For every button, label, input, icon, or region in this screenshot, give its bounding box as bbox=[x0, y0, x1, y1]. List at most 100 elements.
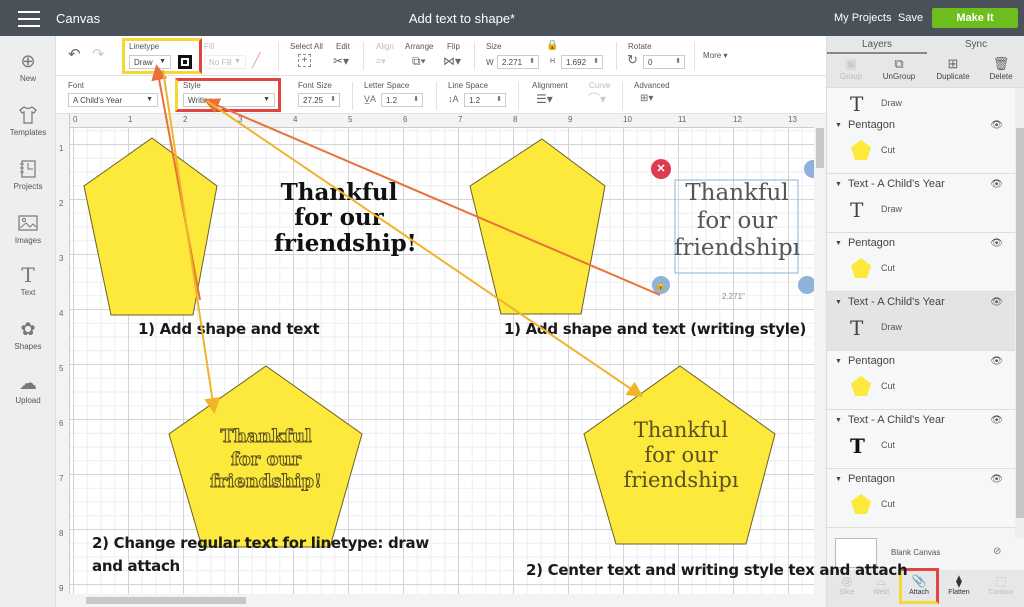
eye-icon[interactable]: 👁 bbox=[990, 415, 1003, 426]
ruler-tick-label: 4 bbox=[59, 309, 64, 318]
rotate-label: Rotate bbox=[628, 42, 652, 51]
tab-sync[interactable]: Sync bbox=[927, 39, 1024, 50]
rotate-input[interactable]: 0 ⬍ bbox=[643, 55, 685, 69]
eye-icon[interactable]: 👁 bbox=[990, 474, 1003, 485]
horizontal-scrollbar[interactable] bbox=[56, 594, 814, 607]
select-all-icon[interactable]: + bbox=[298, 54, 311, 67]
ruler-top: 0 1 2 3 4 5 6 7 8 9 10 11 12 13 bbox=[56, 114, 814, 128]
ruler-tick-label: 13 bbox=[788, 115, 797, 124]
layer-operation: Draw bbox=[881, 98, 903, 108]
flip-icon[interactable]: ⋈▾ bbox=[443, 54, 461, 68]
text-regular[interactable]: Thankful for our friendship! bbox=[274, 180, 417, 256]
letter-space-input[interactable]: 1.2 ⬍ bbox=[381, 93, 423, 107]
collapse-triangle-icon[interactable]: ▼ bbox=[835, 240, 842, 247]
text-writing-selected[interactable]: Thankful for our friendshipı bbox=[672, 180, 802, 263]
resize-handle-icon[interactable] bbox=[798, 276, 814, 294]
top-bar: Canvas Add text to shape* My Projects Sa… bbox=[0, 0, 1024, 36]
canvas-vertical-scrollbar[interactable] bbox=[814, 114, 826, 607]
layer-name: Text - A Child's Year bbox=[847, 296, 945, 308]
fill-select[interactable]: No Fill ▼ bbox=[204, 55, 246, 69]
lock-ratio-icon[interactable]: 🔒 bbox=[546, 39, 558, 53]
ungroup-button[interactable]: ⧉ UnGroup bbox=[875, 56, 923, 81]
ruler-left: 1 2 3 4 5 6 7 8 9 bbox=[56, 114, 70, 594]
nav-text[interactable]: T Text bbox=[0, 264, 56, 297]
eye-icon[interactable]: 👁 bbox=[990, 297, 1003, 308]
design-canvas[interactable]: Thankful for our friendship! Thankful for o… bbox=[56, 114, 814, 594]
size-readout: 2.271" bbox=[722, 292, 745, 301]
advanced-icon[interactable]: ⊞▾ bbox=[640, 92, 653, 106]
left-nav: ⊕ New Templates Projects Images T Text ✿ Sh… bbox=[0, 36, 56, 607]
curve-icon[interactable]: ⌒▾ bbox=[588, 92, 606, 106]
nav-new[interactable]: ⊕ New bbox=[0, 50, 56, 83]
pentagon-shape-1 bbox=[83, 137, 218, 316]
layer-operation: Cut bbox=[881, 381, 896, 391]
text-draw-icon: T bbox=[850, 92, 864, 116]
align-center-icon[interactable]: ☰▾ bbox=[536, 92, 553, 106]
lock-handle-icon[interactable]: 🔒 bbox=[652, 276, 670, 294]
edit-scissors-icon[interactable]: ✂▾ bbox=[333, 54, 349, 68]
eye-hidden-icon[interactable]: ⊘ bbox=[993, 546, 1001, 557]
delete-handle-icon[interactable]: ✕ bbox=[651, 159, 671, 179]
collapse-triangle-icon[interactable]: ▼ bbox=[835, 358, 842, 365]
ruler-tick-label: 1 bbox=[59, 144, 64, 153]
annotation-step1-right: 1) Add shape and text (writing style) bbox=[504, 320, 807, 338]
delete-button[interactable]: 🗑 Delete bbox=[977, 56, 1024, 81]
collapse-triangle-icon[interactable]: ▼ bbox=[835, 299, 842, 306]
undo-icon[interactable]: ↶ bbox=[68, 47, 81, 62]
collapse-triangle-icon[interactable]: ▼ bbox=[835, 476, 842, 483]
redo-icon[interactable]: ↷ bbox=[92, 47, 105, 62]
layers-scrollbar[interactable] bbox=[1015, 88, 1024, 538]
layer-item[interactable]: ▼ Pentagon 👁 Cut bbox=[827, 351, 1015, 410]
eye-icon[interactable]: 👁 bbox=[990, 120, 1003, 131]
text-writing-attached[interactable]: Thankful for our friendshipı bbox=[611, 418, 751, 494]
font-size-input[interactable]: 27.25 ⬍ bbox=[298, 93, 340, 107]
nav-templates[interactable]: Templates bbox=[0, 104, 56, 137]
flatten-button[interactable]: ⧫ Flatten bbox=[941, 574, 977, 596]
make-it-button[interactable]: Make It bbox=[932, 8, 1018, 28]
eye-icon[interactable]: 👁 bbox=[990, 179, 1003, 190]
ruler-tick-label: 12 bbox=[733, 115, 742, 124]
layers-scroll-thumb[interactable] bbox=[1016, 128, 1024, 518]
layer-item[interactable]: ▼ Pentagon 👁 Cut bbox=[827, 233, 1015, 292]
horizontal-scroll-thumb[interactable] bbox=[86, 597, 246, 604]
duplicate-button[interactable]: ⊞ Duplicate bbox=[929, 56, 977, 81]
nav-projects[interactable]: Projects bbox=[0, 158, 56, 191]
collapse-triangle-icon[interactable]: ▼ bbox=[835, 122, 842, 129]
ruler-tick-label: 10 bbox=[623, 115, 632, 124]
arrange-icon[interactable]: ⧉▾ bbox=[412, 54, 426, 68]
size-label: Size bbox=[486, 42, 502, 51]
group-icon: ▣ bbox=[844, 56, 858, 71]
layer-item[interactable]: ▼ Text - A Child's Year 👁 T Cut bbox=[827, 410, 1015, 469]
more-menu[interactable]: More ▾ bbox=[703, 51, 727, 60]
save-button[interactable]: Save bbox=[898, 12, 923, 24]
my-projects-link[interactable]: My Projects bbox=[834, 12, 891, 24]
layer-operation: Cut bbox=[881, 440, 896, 450]
nav-shapes[interactable]: ✿ Shapes bbox=[0, 318, 56, 351]
eye-icon[interactable]: 👁 bbox=[990, 238, 1003, 249]
collapse-triangle-icon[interactable]: ▼ bbox=[835, 417, 842, 424]
collapse-triangle-icon[interactable]: ▼ bbox=[835, 181, 842, 188]
height-input[interactable]: 1.692 ⬍ bbox=[561, 55, 603, 69]
width-input[interactable]: 2.271 ⬍ bbox=[497, 55, 539, 69]
font-select[interactable]: A Child's Year ▼ bbox=[68, 93, 158, 107]
contour-button[interactable]: ⬚ Contour bbox=[983, 574, 1019, 596]
layer-item[interactable]: ▼ Pentagon 👁 Cut bbox=[827, 115, 1015, 174]
plus-circle-icon: ⊕ bbox=[20, 51, 36, 71]
text-draw-outline[interactable]: Thankful for our friendship! bbox=[196, 426, 336, 494]
ruler-tick-label: 2 bbox=[183, 115, 188, 124]
eye-icon[interactable]: 👁 bbox=[990, 356, 1003, 367]
align-icon[interactable]: ≡▾ bbox=[376, 54, 386, 68]
ruler-tick-label: 3 bbox=[59, 254, 64, 263]
nav-upload[interactable]: ☁ Upload bbox=[0, 372, 56, 405]
group-button[interactable]: ▣ Group bbox=[827, 56, 875, 81]
ruler-tick-label: 2 bbox=[59, 199, 64, 208]
layer-operation: Cut bbox=[881, 499, 896, 509]
layer-item[interactable]: ▼ Pentagon 👁 Cut bbox=[827, 469, 1015, 528]
tab-layers[interactable]: Layers bbox=[827, 39, 927, 50]
layer-item[interactable]: ▼ Text - A Child's Year 👁 T Draw bbox=[827, 174, 1015, 233]
canvas-vertical-scroll-thumb[interactable] bbox=[816, 128, 824, 168]
blank-canvas-label: Blank Canvas bbox=[891, 548, 941, 557]
line-space-input[interactable]: 1.2 ⬍ bbox=[464, 93, 506, 107]
layer-item[interactable]: ▼ Text - A Child's Year 👁 T Draw bbox=[827, 292, 1015, 351]
nav-images[interactable]: Images bbox=[0, 212, 56, 245]
